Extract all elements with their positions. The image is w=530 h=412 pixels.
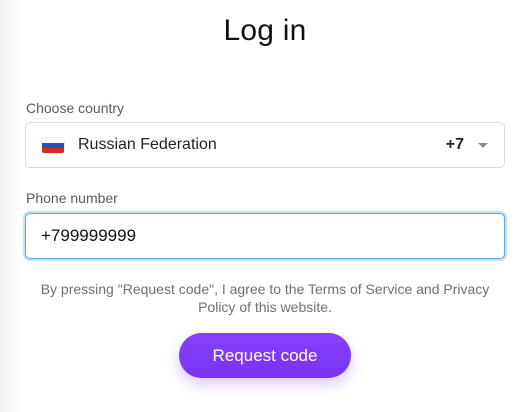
- terms-text: By pressing "Request code", I agree to t…: [40, 281, 490, 315]
- country-label: Choose country: [26, 100, 125, 116]
- request-code-button[interactable]: Request code: [179, 333, 351, 378]
- country-dial-code: +7: [445, 136, 464, 153]
- country-name: Russian Federation: [78, 136, 217, 153]
- login-page: Log in Choose country Russian Federation…: [0, 0, 530, 412]
- phone-label: Phone number: [26, 190, 118, 206]
- chevron-down-icon: [478, 142, 488, 148]
- phone-number-input[interactable]: [25, 213, 505, 259]
- page-title: Log in: [223, 14, 307, 47]
- country-select[interactable]: Russian Federation +7: [25, 122, 505, 168]
- russia-flag-icon: [42, 137, 64, 153]
